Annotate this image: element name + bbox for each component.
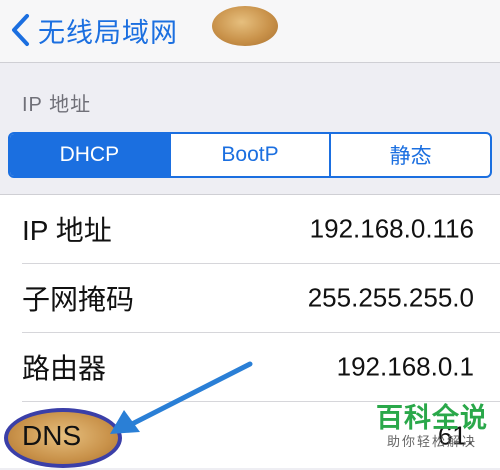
subnet-mask-label: 子网掩码 [22,284,135,315]
navigation-bar: 无线局域网 [0,0,500,63]
segment-dhcp[interactable]: DHCP [10,134,171,176]
router-value: 192.168.0.1 [336,351,474,382]
row-router[interactable]: 路由器 192.168.0.1 [22,333,500,402]
ip-address-value: 192.168.0.116 [309,213,474,244]
ip-mode-segmented-control[interactable]: DHCP BootP 静态 [8,132,492,178]
back-button[interactable]: 无线局域网 [8,10,178,50]
row-ip-address[interactable]: IP 地址 192.168.0.116 [22,195,500,264]
redaction-mark [212,6,278,46]
annotation-arrow-icon [110,361,253,434]
section-header: IP 地址 [22,94,92,116]
segment-bootp[interactable]: BootP [171,134,332,176]
dns-label: DNS [22,420,82,451]
watermark: 百科全说 助你轻松解决 [368,402,496,450]
subnet-mask-value: 255.255.255.0 [307,282,474,313]
ip-address-label: IP 地址 [22,215,112,246]
segment-static[interactable]: 静态 [331,134,490,176]
watermark-title: 百科全说 [376,403,488,433]
watermark-subtitle: 助你轻松解决 [386,434,477,449]
chevron-left-icon [12,14,29,46]
row-subnet-mask[interactable]: 子网掩码 255.255.255.0 [22,264,500,333]
back-label: 无线局域网 [38,17,178,48]
router-label: 路由器 [22,353,107,384]
